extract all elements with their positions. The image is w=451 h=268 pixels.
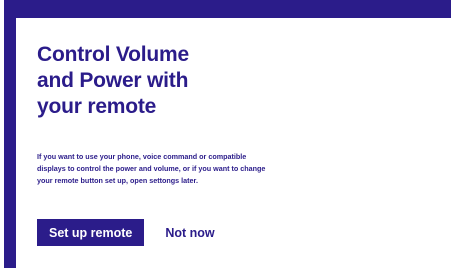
frame-top-border bbox=[4, 0, 451, 18]
page: Control Volume and Power with your remot… bbox=[0, 0, 451, 268]
dialog-actions: Set up remote Not now bbox=[37, 219, 215, 246]
dialog-description: If you want to use your phone, voice com… bbox=[37, 152, 266, 185]
not-now-button[interactable]: Not now bbox=[165, 219, 214, 246]
set-up-remote-button[interactable]: Set up remote bbox=[37, 219, 145, 246]
frame-left-border bbox=[4, 0, 16, 268]
dialog-title: Control Volume and Power with your remot… bbox=[37, 43, 189, 118]
